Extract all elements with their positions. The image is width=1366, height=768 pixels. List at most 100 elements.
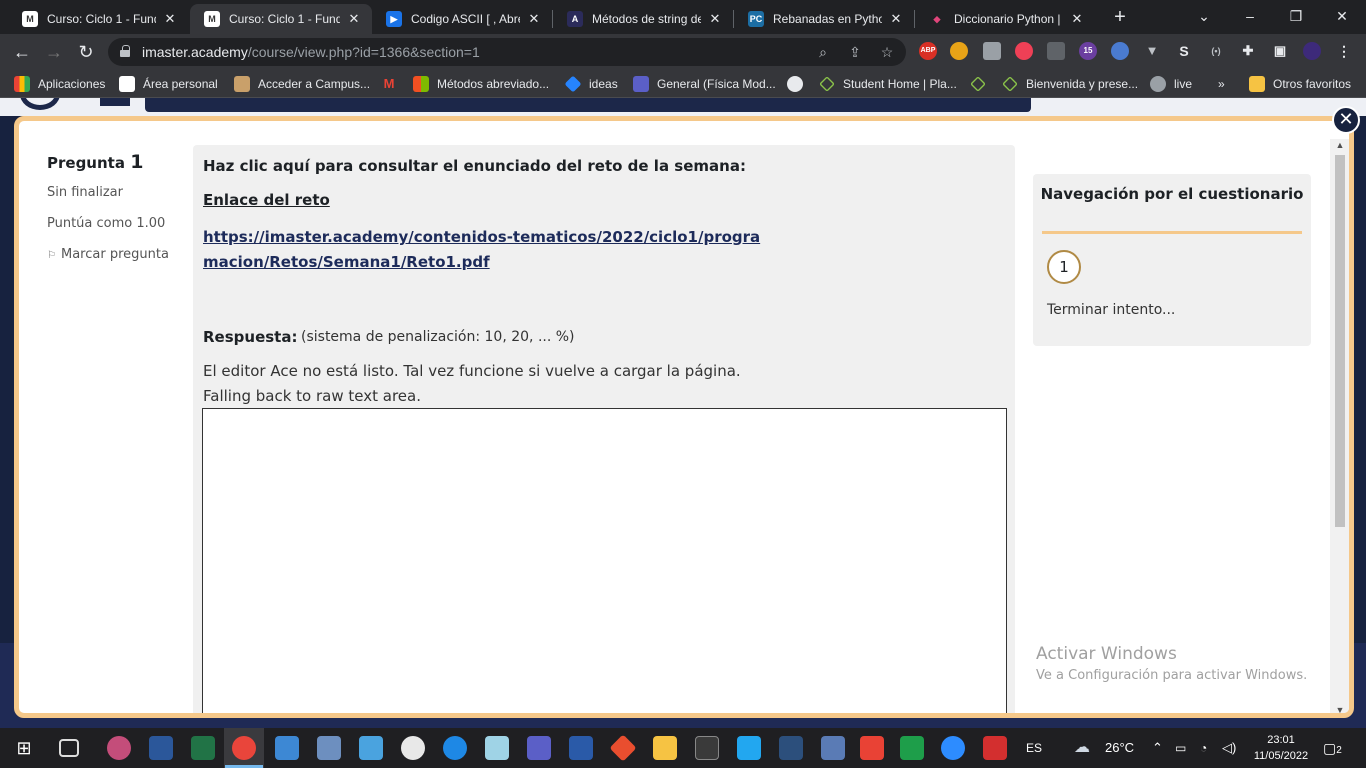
- chrome-icon[interactable]: [232, 736, 256, 760]
- answer-textarea[interactable]: [202, 408, 1007, 713]
- panda-icon[interactable]: [401, 736, 425, 760]
- share-icon[interactable]: ⇪: [846, 43, 864, 61]
- bookmark-item[interactable]: Acceder a Campus...: [234, 75, 370, 93]
- system-clock[interactable]: 23:01 11/05/2022: [1252, 732, 1310, 764]
- modal-scrollbar[interactable]: ▲ ▼: [1330, 139, 1349, 713]
- app-icon[interactable]: [485, 736, 509, 760]
- puzzle-icon[interactable]: ✚: [1239, 42, 1257, 60]
- teams-icon[interactable]: [527, 736, 551, 760]
- bookmark-item[interactable]: live: [1150, 75, 1192, 93]
- browser-tab-active[interactable]: M Curso: Ciclo 1 - Funda ✕: [190, 4, 372, 34]
- pocket-icon[interactable]: [1015, 42, 1033, 60]
- close-icon[interactable]: ✕: [526, 11, 542, 27]
- avatar[interactable]: [1303, 42, 1321, 60]
- windows-start-icon[interactable]: ⊞: [12, 736, 36, 760]
- finish-attempt-link[interactable]: Terminar intento...: [1047, 302, 1175, 318]
- store-icon[interactable]: [275, 736, 299, 760]
- notifications-icon[interactable]: ▢2: [1323, 728, 1342, 768]
- network-icon[interactable]: [821, 736, 845, 760]
- browser-tab[interactable]: ◆ Diccionario Python | m ✕: [915, 4, 1095, 34]
- close-icon[interactable]: ✕: [707, 11, 723, 27]
- challenge-url-link[interactable]: https://imaster.academy/contenidos-temat…: [203, 225, 763, 275]
- close-window-button[interactable]: ✕: [1322, 4, 1362, 28]
- bookmark-star-icon[interactable]: ☆: [878, 43, 896, 61]
- chevron-up-icon[interactable]: ⌃: [1152, 728, 1163, 768]
- forward-button[interactable]: →: [42, 40, 66, 64]
- question-nav-button[interactable]: 1: [1047, 250, 1081, 284]
- challenge-link[interactable]: Enlace del reto: [203, 191, 330, 209]
- browser-tab[interactable]: ▶ Codigo ASCII [ , Abre ✕: [372, 4, 552, 34]
- scroll-down-icon[interactable]: ▼: [1334, 705, 1346, 713]
- close-icon[interactable]: ✕: [346, 11, 362, 27]
- bookmark-folder[interactable]: Otros favoritos: [1249, 75, 1351, 93]
- weather-temperature[interactable]: 26°C: [1105, 728, 1134, 768]
- zoom-icon[interactable]: ⌕: [814, 43, 832, 61]
- restore-button[interactable]: ❐: [1276, 4, 1316, 28]
- git-icon[interactable]: [609, 734, 637, 762]
- app-icon[interactable]: [359, 736, 383, 760]
- bookmark-item[interactable]: Métodos abreviado...: [413, 75, 549, 93]
- gmail-icon: M: [383, 76, 395, 91]
- bookmarks-overflow[interactable]: »: [1218, 75, 1225, 93]
- chat-icon[interactable]: [900, 736, 924, 760]
- browser-tab[interactable]: M Curso: Ciclo 1 - Funda ✕: [8, 4, 188, 34]
- excel-icon[interactable]: [191, 736, 215, 760]
- vscode-icon[interactable]: [737, 736, 761, 760]
- wifi-icon[interactable]: ◔: [1200, 728, 1207, 768]
- mysql-icon[interactable]: [779, 736, 803, 760]
- weather-icon[interactable]: ☁: [1074, 728, 1090, 768]
- extension-badge-icon[interactable]: 15: [1079, 42, 1097, 60]
- close-icon[interactable]: ✕: [888, 11, 904, 27]
- terminal-icon[interactable]: [695, 736, 719, 760]
- close-icon[interactable]: ✕: [162, 11, 178, 27]
- sidepanel-icon[interactable]: ▣: [1271, 42, 1289, 60]
- back-button[interactable]: ←: [10, 40, 34, 64]
- firefox-icon[interactable]: [443, 736, 467, 760]
- minimize-button[interactable]: –: [1230, 4, 1270, 28]
- folder-icon[interactable]: [653, 736, 677, 760]
- close-icon[interactable]: ✕: [1069, 11, 1085, 27]
- menu-dots-icon[interactable]: ⋮: [1335, 42, 1353, 60]
- adblock-icon[interactable]: ABP: [919, 42, 937, 60]
- bookmark-item[interactable]: [787, 75, 811, 93]
- ideas-icon: [564, 75, 582, 93]
- extension-hex-icon[interactable]: [950, 42, 968, 60]
- powershell-icon[interactable]: [569, 736, 593, 760]
- bookmark-item[interactable]: General (Física Mod...: [633, 75, 776, 93]
- reload-button[interactable]: ↻: [74, 40, 98, 64]
- address-bar[interactable]: imaster.academy/course/view.php?id=1366&…: [108, 38, 906, 66]
- keyboard-language[interactable]: ES: [1026, 728, 1042, 768]
- bookmark-item[interactable]: M: [381, 75, 405, 93]
- extension-bracket-icon[interactable]: (•): [1207, 42, 1225, 60]
- acrobat-icon[interactable]: [983, 736, 1007, 760]
- browser-tab[interactable]: PC Rebanadas en Python ✕: [734, 4, 914, 34]
- app-icon[interactable]: [860, 736, 884, 760]
- bookmark-item[interactable]: Aplicaciones: [14, 75, 105, 93]
- scrollbar-thumb[interactable]: [1335, 155, 1345, 527]
- bookmark-item[interactable]: Student Home | Pla...: [819, 75, 957, 93]
- extension-s-icon[interactable]: S: [1175, 42, 1193, 60]
- chevron-down-icon[interactable]: ⌄: [1184, 4, 1224, 28]
- volume-icon[interactable]: ◁): [1222, 728, 1236, 768]
- vue-icon[interactable]: ▼: [1143, 42, 1161, 60]
- extension-square-icon[interactable]: [983, 42, 1001, 60]
- word-icon[interactable]: [149, 736, 173, 760]
- new-tab-button[interactable]: +: [1110, 6, 1130, 28]
- close-modal-button[interactable]: ✕: [1332, 106, 1360, 134]
- flag-question-link[interactable]: ⚐ Marcar pregunta: [47, 247, 197, 262]
- tab-strip: M Curso: Ciclo 1 - Funda ✕ M Curso: Cicl…: [0, 0, 1366, 34]
- bookmark-item[interactable]: [970, 75, 994, 93]
- zoom-icon[interactable]: [941, 736, 965, 760]
- bookmark-item[interactable]: Bienvenida y prese...: [1002, 75, 1138, 93]
- angular-icon: A: [567, 11, 583, 27]
- battery-icon[interactable]: ▭: [1175, 728, 1186, 768]
- monitor-icon[interactable]: [317, 736, 341, 760]
- paint-icon[interactable]: [107, 736, 131, 760]
- extension-box-icon[interactable]: [1047, 42, 1065, 60]
- bookmark-item[interactable]: Área personal: [119, 75, 218, 93]
- browser-tab[interactable]: A Métodos de string de ✕: [553, 4, 733, 34]
- scroll-up-icon[interactable]: ▲: [1334, 140, 1346, 150]
- task-view-icon[interactable]: [59, 739, 79, 757]
- extension-globe-icon[interactable]: [1111, 42, 1129, 60]
- bookmark-item[interactable]: ideas: [564, 75, 618, 93]
